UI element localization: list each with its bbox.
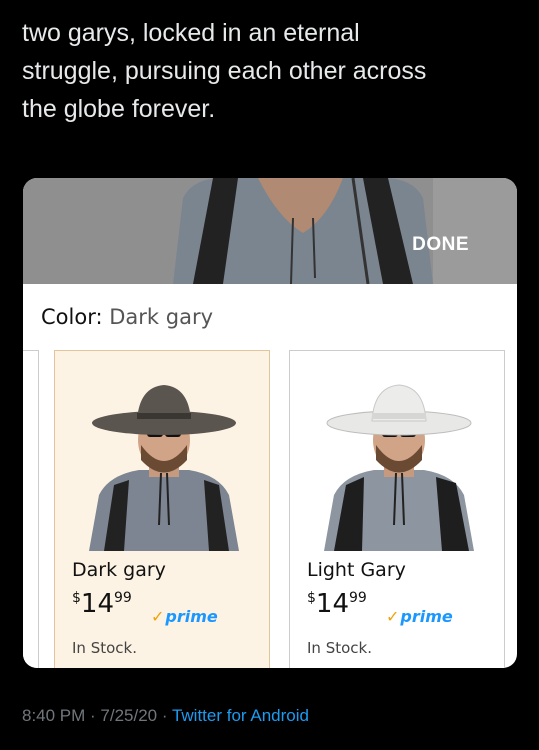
price: $1499 <box>307 589 367 619</box>
product-photo-banner: DONE <box>23 178 517 284</box>
price-currency: $ <box>72 590 81 606</box>
prime-badge: ✓prime <box>151 607 218 626</box>
prime-check-icon: ✓ <box>386 607 400 626</box>
screenshot-card: DONE Color: Dark gary Dark gary $1499 ✓p… <box>23 178 517 668</box>
prime-label: prime <box>400 607 453 626</box>
product-photo <box>304 365 492 551</box>
product-photo <box>69 365 257 551</box>
stock-status: In Stock. <box>307 639 372 657</box>
swatch-light-gary[interactable]: Light Gary $1499 ✓prime In Stock. <box>289 350 505 668</box>
prime-check-icon: ✓ <box>151 607 165 626</box>
price: $1499 <box>72 589 132 619</box>
swatch-name: Dark gary <box>72 559 166 581</box>
price-currency: $ <box>307 590 316 606</box>
prime-label: prime <box>165 607 218 626</box>
tweet-text-line: two garys, locked in an eternal <box>22 19 360 47</box>
tweet-text: two garys, locked in an eternal struggle… <box>22 14 522 128</box>
price-fraction: 99 <box>114 590 132 606</box>
color-label: Color: <box>41 305 103 329</box>
color-value: Dark gary <box>109 305 214 329</box>
previous-swatch[interactable] <box>23 350 39 668</box>
stock-status: In Stock. <box>72 639 137 657</box>
tweet-metadata: 8:40 PM · 7/25/20 · Twitter for Android <box>22 706 309 726</box>
prime-badge: ✓prime <box>386 607 453 626</box>
swatch-name: Light Gary <box>307 559 406 581</box>
tweet-source-link[interactable]: Twitter for Android <box>172 706 309 725</box>
product-photo <box>23 178 517 284</box>
tweet-timestamp: 8:40 PM · 7/25/20 · <box>22 706 168 725</box>
price-fraction: 99 <box>349 590 367 606</box>
tweet-text-line: struggle, pursuing each other across <box>22 57 427 85</box>
color-label-row: Color: Dark gary <box>41 305 213 329</box>
done-button[interactable]: DONE <box>412 234 469 256</box>
tweet-text-line: the globe forever. <box>22 95 216 123</box>
price-whole: 14 <box>80 589 115 619</box>
swatch-dark-gary[interactable]: Dark gary $1499 ✓prime In Stock. <box>54 350 270 668</box>
price-whole: 14 <box>315 589 350 619</box>
